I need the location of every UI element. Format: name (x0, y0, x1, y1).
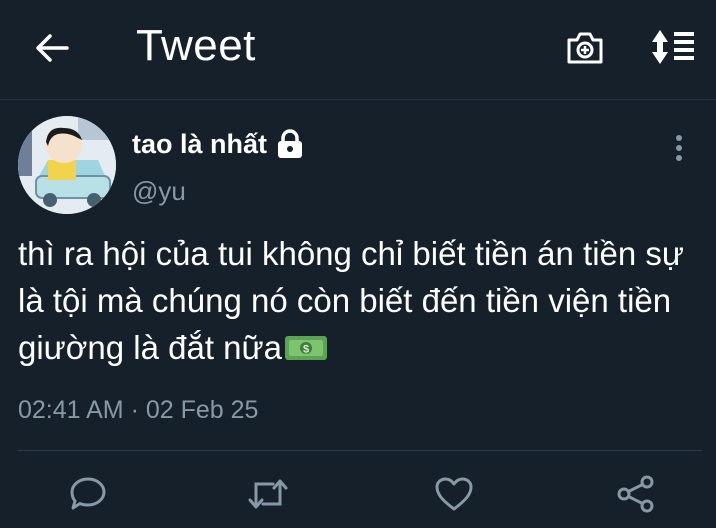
more-options-button[interactable] (664, 130, 694, 166)
tweet-timestamp: 02:41 AM · 02 Feb 25 (18, 396, 259, 424)
lock-icon (275, 129, 305, 159)
divider (18, 450, 702, 451)
user-handle[interactable]: @yu (132, 174, 186, 208)
more-vertical-icon (676, 135, 682, 161)
tweet-text-body: thì ra hội của tui không chỉ biết tiền á… (18, 235, 684, 366)
reply-icon (70, 477, 106, 510)
retweet-button[interactable] (246, 474, 290, 514)
avatar[interactable] (18, 116, 116, 214)
heart-icon (435, 477, 473, 511)
retweet-icon (248, 479, 288, 509)
camera-button[interactable] (562, 24, 608, 70)
display-name-text: tao là nhất (132, 129, 268, 159)
sort-button[interactable] (646, 24, 702, 70)
sort-icon (652, 30, 694, 64)
svg-text:$: $ (303, 344, 309, 356)
avatar-image (18, 116, 116, 214)
like-button[interactable] (432, 474, 476, 514)
camera-icon (567, 32, 603, 64)
tweet-text: thì ra hội của tui không chỉ biết tiền á… (18, 230, 708, 371)
page-title: Tweet (136, 21, 256, 70)
money-banknote-icon: $ (284, 336, 327, 360)
share-button[interactable] (614, 474, 658, 514)
back-arrow-icon (36, 34, 69, 62)
reply-button[interactable] (66, 474, 110, 514)
top-app-bar: Tweet (0, 0, 716, 100)
back-button[interactable] (30, 28, 74, 68)
share-icon (617, 475, 654, 513)
display-name[interactable]: tao là nhất (132, 126, 305, 162)
